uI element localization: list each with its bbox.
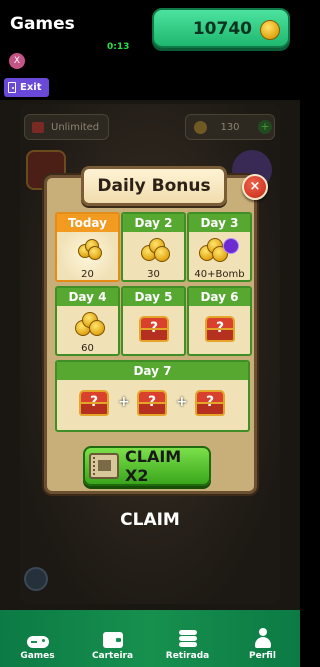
plus-sign: +	[118, 394, 130, 410]
reward-amount: 30	[147, 269, 160, 280]
chest-icon: ?	[137, 390, 167, 416]
day-label: Day 3	[189, 214, 250, 232]
lives-pill: Unlimited	[24, 114, 109, 140]
chest-icon: ?	[195, 390, 225, 416]
nav-item-perfil[interactable]: Perfil	[225, 610, 300, 667]
plus-sign: +	[176, 394, 188, 410]
exit-label: Exit	[20, 82, 42, 93]
close-game-button[interactable]: X	[9, 53, 25, 69]
coin-icon	[194, 121, 207, 134]
bottom-nav: Games Carteira Retirada Perfil	[0, 610, 300, 667]
day-card-3[interactable]: Day 3 40+Bomb	[187, 212, 252, 282]
chest-icon: ?	[139, 316, 169, 342]
daily-bonus-dialog: Daily Bonus × Today 20 Day 2 30 Day 3 40…	[44, 166, 268, 494]
coins-icon	[141, 236, 171, 262]
page-title: Games	[10, 14, 75, 34]
reward-amount: 60	[81, 343, 94, 354]
reward-amount: 20	[81, 269, 94, 280]
chest-icon: ?	[205, 316, 235, 342]
plus-icon: +	[258, 120, 272, 134]
lives-label: Unlimited	[51, 121, 100, 133]
day-label: Day 2	[123, 214, 184, 232]
coin-icon	[260, 20, 280, 40]
reward-amount: 40+Bomb	[194, 269, 245, 280]
day-label: Day 5	[123, 288, 184, 306]
chest-icon: ?	[79, 390, 109, 416]
exit-button[interactable]: Exit	[4, 78, 49, 97]
nav-item-carteira[interactable]: Carteira	[75, 610, 150, 667]
game-coins-pill: 130 +	[185, 114, 275, 140]
coins-icon	[75, 236, 105, 262]
video-ad-icon	[89, 453, 119, 479]
timer: 0:13	[107, 42, 130, 52]
nav-label: Carteira	[91, 651, 134, 661]
day-card-today[interactable]: Today 20	[55, 212, 120, 282]
day-card-4[interactable]: Day 4 60	[55, 286, 120, 356]
day-label: Day 6	[189, 288, 250, 306]
claim-x2-label: CLAIM X2	[125, 447, 182, 485]
day-card-2[interactable]: Day 2 30	[121, 212, 186, 282]
claim-button[interactable]: CLAIM	[0, 510, 300, 530]
wallet-icon	[102, 632, 123, 648]
day-card-7[interactable]: Day 7 ? + ? + ?	[55, 360, 250, 432]
day-card-5[interactable]: Day 5 ?	[121, 286, 186, 356]
nav-label: Games	[20, 651, 55, 661]
coin-balance-value: 10740	[192, 19, 252, 39]
nav-label: Perfil	[249, 651, 276, 661]
door-icon	[8, 82, 16, 93]
day-label: Day 4	[57, 288, 118, 306]
nav-item-games[interactable]: Games	[0, 610, 75, 667]
gamepad-icon	[26, 636, 49, 648]
claim-x2-button[interactable]: CLAIM X2	[83, 446, 211, 486]
gear-icon	[24, 567, 48, 591]
nav-label: Retirada	[165, 651, 210, 661]
game-area: Unlimited 130 + Daily Bonus × Today 20 D…	[0, 100, 300, 610]
user-icon	[254, 628, 272, 648]
nav-item-retirada[interactable]: Retirada	[150, 610, 225, 667]
coin-stack-icon	[178, 630, 197, 648]
day-label: Day 7	[57, 362, 248, 380]
day-label: Today	[57, 214, 118, 232]
top-bar: Games 10740 0:13 X Exit	[0, 0, 300, 100]
coins-icon	[75, 310, 105, 336]
day-card-6[interactable]: Day 6 ?	[187, 286, 252, 356]
game-coins-value: 130	[220, 121, 240, 133]
bomb-icon	[223, 238, 239, 254]
dialog-title: Daily Bonus	[81, 166, 227, 206]
dialog-close-button[interactable]: ×	[242, 174, 268, 200]
coin-balance[interactable]: 10740	[152, 8, 290, 48]
